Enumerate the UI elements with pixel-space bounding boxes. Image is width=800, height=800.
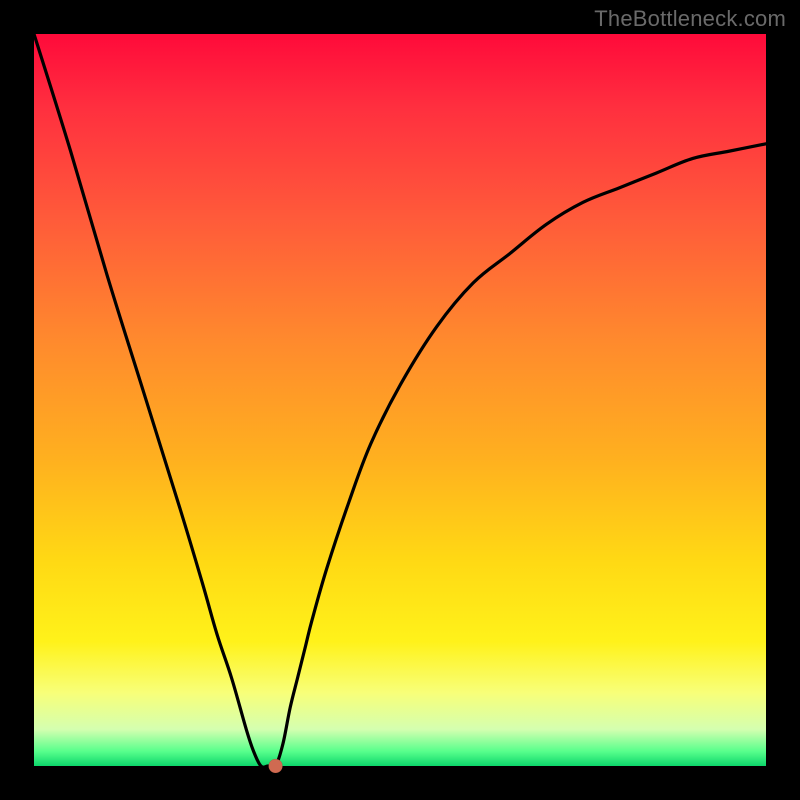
- bottleneck-curve-svg: [34, 34, 766, 766]
- optimum-marker: [269, 759, 283, 773]
- plot-area: [34, 34, 766, 766]
- chart-frame: TheBottleneck.com: [0, 0, 800, 800]
- bottleneck-curve: [34, 34, 766, 768]
- watermark-text: TheBottleneck.com: [594, 6, 786, 32]
